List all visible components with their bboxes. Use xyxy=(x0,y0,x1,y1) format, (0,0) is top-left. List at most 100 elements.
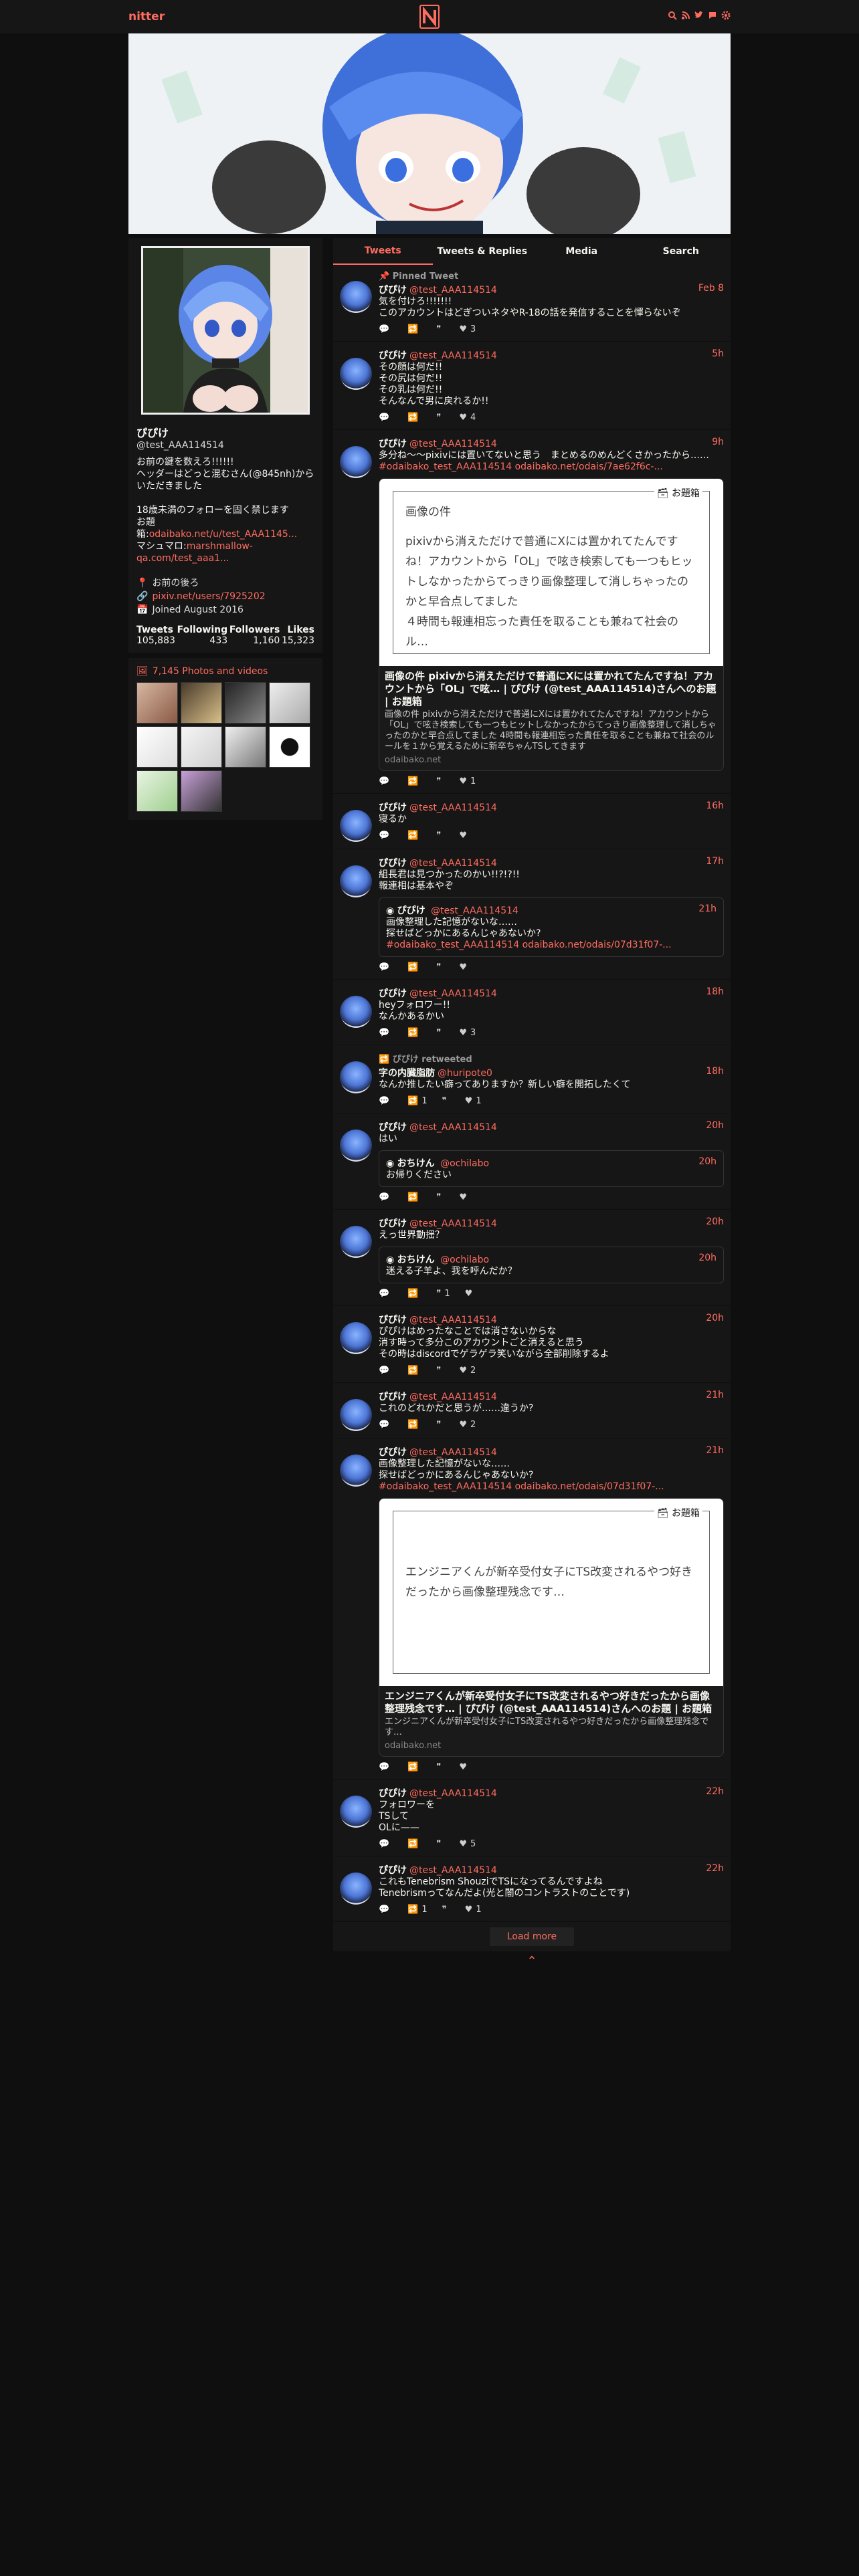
twitter-icon[interactable] xyxy=(694,11,704,23)
tweet-date[interactable]: Feb 8 xyxy=(698,283,724,296)
tweet-fullname[interactable]: ぴぴけ xyxy=(379,1315,407,1325)
tweet-item[interactable]: ぴぴけ @test_AAA114514 17h 組長君は見つかったのかい!!?!?!!… xyxy=(333,849,731,980)
quote-username[interactable]: @ochilabo xyxy=(440,1158,489,1169)
quote-fullname[interactable]: おちけん xyxy=(397,1158,435,1169)
reply-stat[interactable]: 💬 xyxy=(379,1028,393,1038)
tweet-fullname[interactable]: ぴぴけ xyxy=(379,1392,407,1402)
retweet-stat[interactable]: 🔁 xyxy=(407,776,421,786)
tweet-icon[interactable] xyxy=(708,11,717,23)
tweet-fullname[interactable]: ぴぴけ xyxy=(379,1218,407,1229)
tweet-link[interactable]: #odaibako_test_AAA114514 odaibako.net/od… xyxy=(379,461,663,472)
tweet-date[interactable]: 18h xyxy=(706,1066,724,1079)
stat-following[interactable]: Following 433 xyxy=(177,625,228,646)
quote-stat[interactable]: ❞ xyxy=(436,1762,444,1772)
quote-stat[interactable]: ❞ xyxy=(436,962,444,972)
quote-date[interactable]: 21h xyxy=(698,903,717,917)
like-stat[interactable]: ♥ xyxy=(459,1762,470,1772)
tweet-fullname[interactable]: ぴぴけ xyxy=(379,1865,407,1876)
tweet-date[interactable]: 17h xyxy=(706,856,724,869)
retweet-stat[interactable]: 🔁 xyxy=(407,1420,421,1430)
tweet-fullname[interactable]: 字の内臓脂肪 xyxy=(379,1068,435,1079)
tweet-username[interactable]: @test_AAA114514 xyxy=(409,802,497,813)
tweet-username[interactable]: @huripote0 xyxy=(438,1068,492,1079)
like-stat[interactable]: ♥ 1 xyxy=(459,776,476,786)
tweet-fullname[interactable]: ぴぴけ xyxy=(379,1122,407,1133)
rss-icon[interactable] xyxy=(681,11,690,23)
quote-stat[interactable]: ❞ xyxy=(436,324,444,334)
retweet-stat[interactable]: 🔁 xyxy=(407,1839,421,1849)
quote-stat[interactable]: ❞ xyxy=(442,1096,450,1106)
tweet-date[interactable]: 18h xyxy=(706,986,724,1000)
like-stat[interactable]: ♥ 4 xyxy=(459,413,476,423)
tweet-fullname[interactable]: ぴぴけ xyxy=(379,1788,407,1799)
tweet-username[interactable]: @test_AAA114514 xyxy=(409,350,497,361)
tweet-link[interactable]: #odaibako_test_AAA114514 odaibako.net/od… xyxy=(379,1481,664,1492)
retweet-stat[interactable]: 🔁 1 xyxy=(407,1905,427,1915)
tweet-fullname[interactable]: ぴぴけ xyxy=(379,350,407,361)
photo-thumb[interactable] xyxy=(269,682,310,724)
tweet-avatar[interactable] xyxy=(340,1455,372,1487)
like-stat[interactable]: ♥ xyxy=(465,1289,476,1299)
quote-stat[interactable]: ❞ 1 xyxy=(436,1289,450,1299)
retweet-stat[interactable]: 🔁 xyxy=(407,1192,421,1202)
tweet-date[interactable]: 5h xyxy=(712,348,724,362)
photo-thumb[interactable] xyxy=(225,726,266,768)
tweet-avatar[interactable] xyxy=(340,1130,372,1162)
profile-username[interactable]: @test_AAA114514 xyxy=(136,440,314,451)
like-stat[interactable]: ♥ 3 xyxy=(459,1028,476,1038)
reply-stat[interactable]: 💬 xyxy=(379,1366,393,1376)
tweet-date[interactable]: 9h xyxy=(712,437,724,450)
tweet-avatar[interactable] xyxy=(340,996,372,1028)
like-stat[interactable]: ♥ 1 xyxy=(465,1905,482,1915)
tweet-item[interactable]: ぴぴけ @test_AAA114514 22h これもTenebrism Shouzi… xyxy=(333,1856,731,1922)
profile-website[interactable]: pixiv.net/users/7925202 xyxy=(152,590,265,603)
tweet-item[interactable]: 📌 Pinned Tweet ぴぴけ @test_AAA114514 Feb 8 気を付… xyxy=(333,265,731,342)
tweet-item[interactable]: ぴぴけ @test_AAA114514 22h フォロワーを TSして OLに—— 💬 🔁… xyxy=(333,1780,731,1856)
profile-banner[interactable] xyxy=(128,33,731,234)
search-icon[interactable] xyxy=(668,11,677,23)
reply-stat[interactable]: 💬 xyxy=(379,962,393,972)
reply-stat[interactable]: 💬 xyxy=(379,324,393,334)
profile-fullname[interactable]: ぴぴけ xyxy=(136,424,314,440)
reply-stat[interactable]: 💬 xyxy=(379,1762,393,1772)
retweet-stat[interactable]: 🔁 xyxy=(407,1762,421,1772)
photo-thumb[interactable] xyxy=(181,726,222,768)
retweet-stat[interactable]: 🔁 xyxy=(407,413,421,423)
reply-stat[interactable]: 💬 xyxy=(379,1192,393,1202)
tweet-fullname[interactable]: ぴぴけ xyxy=(379,439,407,449)
tweet-avatar[interactable] xyxy=(340,358,372,390)
like-stat[interactable]: ♥ xyxy=(459,1192,470,1202)
quote-username[interactable]: @ochilabo xyxy=(440,1255,489,1265)
photo-thumb[interactable] xyxy=(136,682,178,724)
retweet-stat[interactable]: 🔁 xyxy=(407,1289,421,1299)
quote-date[interactable]: 20h xyxy=(698,1253,717,1266)
tweet-username[interactable]: @test_AAA114514 xyxy=(409,1392,497,1402)
profile-avatar[interactable] xyxy=(141,246,310,415)
load-more-button[interactable]: Load more xyxy=(489,1927,575,1946)
tweet-date[interactable]: 21h xyxy=(706,1390,724,1403)
tweet-username[interactable]: @test_AAA114514 xyxy=(409,1447,497,1458)
settings-icon[interactable] xyxy=(721,11,731,23)
tweet-date[interactable]: 21h xyxy=(706,1445,724,1459)
tweet-avatar[interactable] xyxy=(340,1061,372,1093)
tweet-date[interactable]: 20h xyxy=(706,1216,724,1230)
reply-stat[interactable]: 💬 xyxy=(379,1420,393,1430)
tweet-item[interactable]: ぴぴけ @test_AAA114514 5h その顔は何だ!! その尻は何だ!! その… xyxy=(333,342,731,430)
tweet-item[interactable]: ぴぴけ @test_AAA114514 16h 寝るか 💬 🔁 ❞ ♥ xyxy=(333,794,731,849)
brand-link[interactable]: nitter xyxy=(128,10,165,23)
photo-rail-header[interactable]: 🖼 7,145 Photos and videos xyxy=(136,666,314,677)
tweet-item[interactable]: ぴぴけ @test_AAA114514 18h heyフォロワー!! なんかあるかい 💬… xyxy=(333,980,731,1045)
stat-tweets[interactable]: Tweets 105,883 xyxy=(136,625,175,646)
tweet-item[interactable]: ぴぴけ @test_AAA114514 20h はい ◉ おちけん @ochilabo 2… xyxy=(333,1113,731,1210)
tweet-avatar[interactable] xyxy=(340,281,372,313)
tab-media[interactable]: Media xyxy=(532,238,632,265)
quote-tweet[interactable]: ◉ おちけん @ochilabo 20h 迷える子羊よ、我を呼んだか？ xyxy=(379,1247,724,1283)
quote-stat[interactable]: ❞ xyxy=(436,776,444,786)
tweet-username[interactable]: @test_AAA114514 xyxy=(409,988,497,999)
tweet-username[interactable]: @test_AAA114514 xyxy=(409,285,497,296)
tweet-item[interactable]: ぴぴけ @test_AAA114514 21h 画像整理した記憶がないな…… 探せばど… xyxy=(333,1438,731,1780)
stat-followers[interactable]: Followers 1,160 xyxy=(229,625,280,646)
tweet-item[interactable]: ぴぴけ @test_AAA114514 9h 多分ね〜〜pixivには置いてないと思う… xyxy=(333,430,731,794)
tab-tweets[interactable]: Tweets xyxy=(333,238,433,265)
tweet-fullname[interactable]: ぴぴけ xyxy=(379,988,407,999)
